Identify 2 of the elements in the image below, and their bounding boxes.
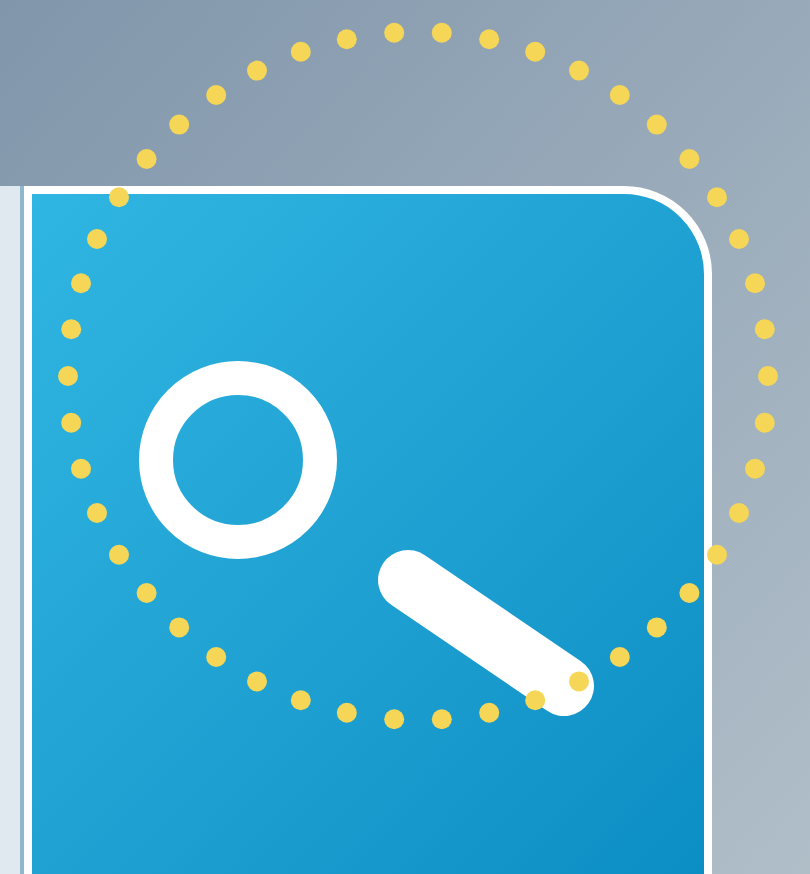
search-icon bbox=[138, 360, 598, 720]
search-button[interactable] bbox=[24, 186, 712, 874]
